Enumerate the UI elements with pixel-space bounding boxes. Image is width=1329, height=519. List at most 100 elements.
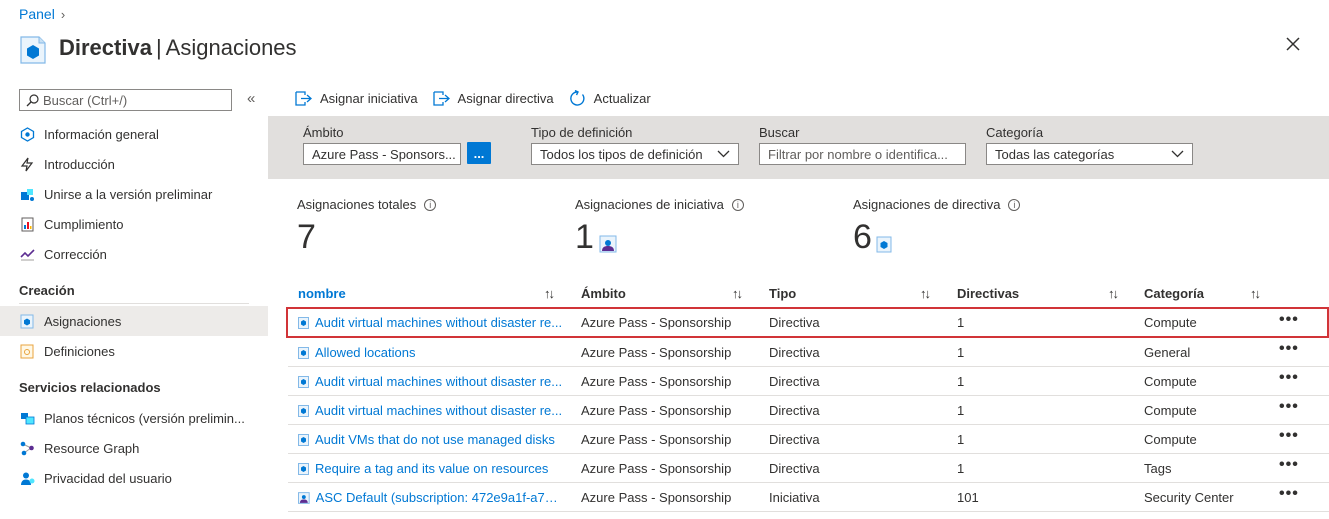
sidebar-item-assignments[interactable]: Asignaciones bbox=[0, 306, 268, 336]
sidebar-item-blueprints[interactable]: Planos técnicos (versión prelimin... bbox=[0, 403, 268, 433]
initiative-assignments-label: Asignaciones de iniciativa i bbox=[575, 197, 744, 212]
sort-icon[interactable]: ↑↓ bbox=[1108, 286, 1119, 301]
sidebar-item-getting-started[interactable]: Introducción bbox=[0, 149, 268, 179]
assignment-name-link[interactable]: Audit virtual machines without disaster … bbox=[315, 403, 562, 418]
more-actions-icon[interactable]: ••• bbox=[1279, 485, 1299, 503]
sidebar-item-remediation[interactable]: Corrección bbox=[0, 239, 268, 269]
assign-initiative-button[interactable]: Asignar iniciativa bbox=[295, 90, 418, 107]
remediation-icon bbox=[19, 246, 35, 262]
info-icon[interactable]: i bbox=[1008, 198, 1021, 211]
scope-filter-field[interactable]: Azure Pass - Sponsors... bbox=[303, 143, 461, 165]
policy-assignments-text: Asignaciones de directiva bbox=[853, 197, 1001, 212]
category-dropdown[interactable]: Todas las categorías bbox=[986, 143, 1193, 165]
sidebar-item-user-privacy[interactable]: Privacidad del usuario bbox=[0, 463, 268, 493]
breadcrumb-panel-link[interactable]: Panel bbox=[19, 6, 55, 22]
more-actions-icon[interactable]: ••• bbox=[1279, 456, 1299, 474]
cell-type: Directiva bbox=[769, 374, 820, 389]
column-header-scope[interactable]: Ámbito bbox=[581, 286, 626, 301]
info-icon[interactable]: i bbox=[424, 198, 437, 211]
sidebar-item-label: Corrección bbox=[44, 246, 107, 262]
lightning-icon bbox=[19, 156, 35, 172]
assignment-name-link[interactable]: ASC Default (subscription: 472e9a1f-a7a7… bbox=[316, 490, 563, 505]
sidebar-search-input[interactable] bbox=[43, 92, 223, 108]
cell-scope: Azure Pass - Sponsorship bbox=[581, 432, 732, 447]
assign-policy-button[interactable]: Asignar directiva bbox=[432, 90, 554, 107]
cell-category: Security Center bbox=[1144, 490, 1234, 505]
cell-policies: 1 bbox=[957, 345, 965, 360]
more-actions-icon[interactable]: ••• bbox=[1279, 340, 1299, 358]
column-header-policies[interactable]: Directivas bbox=[957, 286, 1019, 301]
table-row[interactable]: Require a tag and its value on resources… bbox=[288, 454, 1329, 483]
policy-assignments-number: 6 bbox=[853, 218, 872, 256]
cell-category: General bbox=[1144, 345, 1191, 360]
sidebar-item-label: Información general bbox=[44, 126, 159, 142]
more-actions-icon[interactable]: ••• bbox=[1279, 398, 1299, 416]
more-actions-icon[interactable]: ••• bbox=[1279, 427, 1299, 445]
definition-type-dropdown[interactable]: Todos los tipos de definición bbox=[531, 143, 739, 165]
table-row[interactable]: ASC Default (subscription: 472e9a1f-a7a7… bbox=[288, 483, 1329, 512]
search-filter-input[interactable] bbox=[768, 146, 957, 162]
sidebar-item-compliance[interactable]: Cumplimiento bbox=[0, 209, 268, 239]
sort-icon[interactable]: ↑↓ bbox=[732, 286, 743, 301]
cell-category: Tags bbox=[1144, 461, 1172, 476]
sidebar-item-label: Resource Graph bbox=[44, 440, 140, 456]
refresh-button[interactable]: Actualizar bbox=[569, 90, 651, 107]
scope-picker-button[interactable]: ... bbox=[467, 142, 491, 164]
sidebar-item-overview[interactable]: Información general bbox=[0, 119, 268, 149]
definitions-icon bbox=[19, 343, 35, 359]
assignment-name-link[interactable]: Audit virtual machines without disaster … bbox=[315, 374, 562, 389]
category-value: Todas las categorías bbox=[995, 146, 1115, 162]
initiative-assignments-value: 1 bbox=[575, 218, 618, 257]
policy-icon bbox=[298, 404, 309, 417]
policy-icon bbox=[876, 236, 892, 253]
assignment-name-link[interactable]: Allowed locations bbox=[315, 345, 415, 360]
sidebar-item-preview[interactable]: Unirse a la versión preliminar bbox=[0, 179, 268, 209]
more-actions-icon[interactable]: ••• bbox=[1279, 369, 1299, 387]
table-row[interactable]: Audit VMs that do not use managed disks A… bbox=[288, 425, 1329, 454]
chevron-down-icon bbox=[717, 150, 730, 158]
cell-type: Directiva bbox=[769, 345, 820, 360]
more-actions-icon[interactable]: ••• bbox=[1279, 311, 1299, 329]
page-title-primary: Directiva bbox=[59, 34, 152, 60]
sidebar-item-label: Planos técnicos (versión prelimin... bbox=[44, 410, 245, 426]
cell-name: Allowed locations bbox=[298, 345, 563, 360]
table-row[interactable]: Audit virtual machines without disaster … bbox=[286, 307, 1329, 338]
cell-name: Audit virtual machines without disaster … bbox=[298, 374, 563, 389]
initiative-assignments-number: 1 bbox=[575, 218, 594, 256]
assignment-name-link[interactable]: Audit virtual machines without disaster … bbox=[315, 315, 562, 330]
sort-icon[interactable]: ↑↓ bbox=[1250, 286, 1261, 301]
collapse-sidebar-icon[interactable]: « bbox=[247, 90, 255, 107]
search-filter-field[interactable] bbox=[759, 143, 966, 165]
section-divider bbox=[19, 303, 249, 304]
column-header-name[interactable]: nombre bbox=[298, 286, 346, 301]
info-icon[interactable]: i bbox=[731, 198, 744, 211]
search-icon bbox=[26, 93, 39, 106]
table-row[interactable]: Audit virtual machines without disaster … bbox=[288, 396, 1329, 425]
table-row[interactable]: Audit virtual machines without disaster … bbox=[288, 367, 1329, 396]
sidebar-item-definitions[interactable]: Definiciones bbox=[0, 336, 268, 366]
cell-name: Require a tag and its value on resources bbox=[298, 461, 563, 476]
assignment-name-link[interactable]: Require a tag and its value on resources bbox=[315, 461, 548, 476]
sort-icon[interactable]: ↑↓ bbox=[544, 286, 555, 301]
page-title: Directiva | Asignaciones bbox=[59, 35, 297, 61]
assignment-name-link[interactable]: Audit VMs that do not use managed disks bbox=[315, 432, 555, 447]
close-icon[interactable] bbox=[1283, 34, 1303, 54]
compliance-icon bbox=[19, 216, 35, 232]
total-assignments-text: Asignaciones totales bbox=[297, 197, 417, 212]
refresh-label: Actualizar bbox=[593, 91, 651, 106]
column-header-type[interactable]: Tipo bbox=[769, 286, 796, 301]
policy-icon bbox=[298, 462, 309, 475]
initiative-icon bbox=[298, 491, 310, 504]
cell-name: Audit virtual machines without disaster … bbox=[298, 403, 563, 418]
sort-icon[interactable]: ↑↓ bbox=[920, 286, 931, 301]
sidebar-search[interactable] bbox=[19, 89, 232, 111]
cell-scope: Azure Pass - Sponsorship bbox=[581, 490, 732, 505]
cell-type: Directiva bbox=[769, 315, 820, 330]
column-header-category[interactable]: Categoría bbox=[1144, 286, 1204, 301]
table-row[interactable]: Allowed locations Azure Pass - Sponsorshi… bbox=[288, 338, 1329, 367]
sidebar-item-resource-graph[interactable]: Resource Graph bbox=[0, 433, 268, 463]
cell-policies: 1 bbox=[957, 315, 965, 330]
cell-scope: Azure Pass - Sponsorship bbox=[581, 374, 732, 389]
breadcrumb: Panel › bbox=[19, 6, 65, 22]
table-header: nombre ↑↓ Ámbito ↑↓ Tipo ↑↓ Directivas ↑… bbox=[288, 280, 1329, 308]
